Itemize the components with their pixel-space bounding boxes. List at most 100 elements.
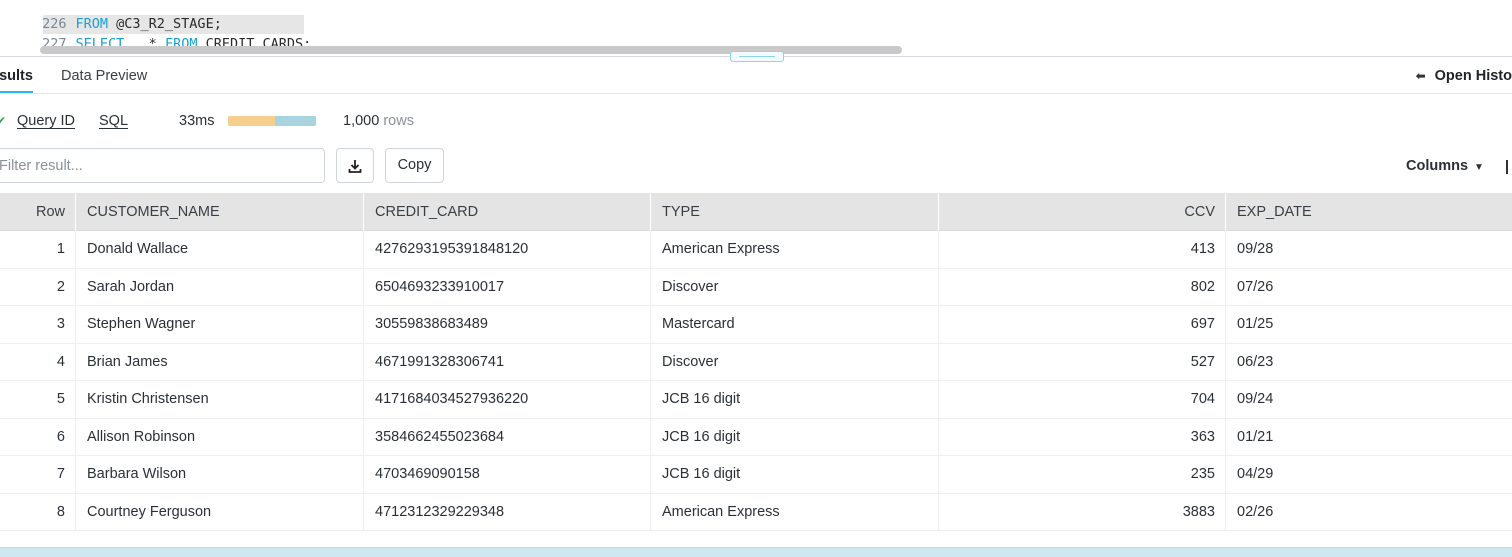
- row-number-cell[interactable]: 5: [0, 381, 76, 418]
- code-line[interactable]: 227 SELECT * FROM CREDIT_CARDS;: [0, 14, 1512, 52]
- credit-card-cell[interactable]: 4171684034527936220: [364, 381, 651, 418]
- customer-name-cell[interactable]: Kristin Christensen: [76, 381, 364, 418]
- result-tabs: esults Data Preview: [0, 58, 1512, 94]
- code-text[interactable]: SELECT COUNT(*) FROM CREDIT_CARDS;: [76, 56, 352, 57]
- duration-bar-execute: [274, 116, 316, 126]
- table-header: Row CUSTOMER_NAME CREDIT_CARD TYPE CCV E…: [0, 193, 1512, 231]
- code-line[interactable]: 226 FROM @C3_R2_STAGE;: [0, 0, 1512, 32]
- credit-card-cell[interactable]: 6504693233910017: [364, 268, 651, 306]
- column-header-type[interactable]: TYPE: [651, 193, 939, 231]
- row-count-unit: rows: [383, 113, 414, 129]
- table-row[interactable]: 5 Kristin Christensen 4171684034527936220 J…: [0, 381, 1512, 419]
- download-button[interactable]: [336, 148, 374, 183]
- table-row[interactable]: 7 Barbara Wilson 4703469090158 JCB 16 digit…: [0, 456, 1512, 494]
- ccv-cell[interactable]: 802: [939, 268, 1226, 306]
- exp-date-cell[interactable]: 09/24: [1226, 381, 1512, 418]
- credit-card-cell[interactable]: 4276293195391848120: [364, 231, 651, 268]
- caret-down-icon: ▼: [1474, 162, 1484, 173]
- ccv-cell[interactable]: 697: [939, 306, 1226, 343]
- table-row[interactable]: 8 Courtney Ferguson 4712312329229348 Americ…: [0, 493, 1512, 531]
- row-number-cell[interactable]: 1: [0, 231, 76, 268]
- table-row[interactable]: 3 Stephen Wagner 30559838683489 Mastercard 6…: [0, 306, 1512, 344]
- row-number-cell[interactable]: 2: [0, 268, 76, 306]
- type-cell[interactable]: Mastercard: [651, 306, 939, 343]
- exp-date-cell[interactable]: 04/29: [1226, 456, 1512, 493]
- ccv-cell[interactable]: 363: [939, 418, 1226, 456]
- table-row[interactable]: 4 Brian James 4671991328306741 Discover 527 0…: [0, 343, 1512, 381]
- columns-label: Columns: [1406, 158, 1469, 174]
- filter-result-input[interactable]: [0, 148, 325, 183]
- table-row[interactable]: 2 Sarah Jordan 6504693233910017 Discover 802…: [0, 268, 1512, 306]
- table-row[interactable]: 1 Donald Wallace 4276293195391848120 Americ…: [0, 231, 1512, 269]
- column-header-customer-name[interactable]: CUSTOMER_NAME: [76, 193, 364, 231]
- open-history-button[interactable]: ⬅ Open Histo: [1416, 58, 1512, 94]
- download-icon: [348, 159, 362, 173]
- sql-keyword: COUNT: [132, 56, 173, 57]
- open-history-label: Open Histo: [1434, 68, 1512, 84]
- sql-keyword: SELECT: [76, 56, 125, 57]
- sql-token: CREDIT_CARDS;: [238, 56, 352, 57]
- table-row[interactable]: 6 Allison Robinson 3584662455023684 JCB 16 …: [0, 418, 1512, 456]
- exp-date-cell[interactable]: 09/28: [1226, 231, 1512, 268]
- customer-name-cell[interactable]: Donald Wallace: [76, 231, 364, 268]
- ccv-cell[interactable]: 527: [939, 343, 1226, 381]
- row-number-cell[interactable]: 8: [0, 493, 76, 531]
- row-count: 1,000 rows: [343, 108, 414, 134]
- sql-link[interactable]: SQL: [99, 108, 128, 134]
- column-header-credit-card[interactable]: CREDIT_CARD: [364, 193, 651, 231]
- type-cell[interactable]: JCB 16 digit: [651, 418, 939, 456]
- columns-dropdown[interactable]: Columns ▼: [1406, 155, 1484, 177]
- credit-card-cell[interactable]: 4671991328306741: [364, 343, 651, 381]
- arrow-left-icon: ⬅: [1415, 69, 1426, 83]
- ccv-cell[interactable]: 3883: [939, 493, 1226, 531]
- customer-name-cell[interactable]: Allison Robinson: [76, 418, 364, 456]
- credit-card-cell[interactable]: 4712312329229348: [364, 493, 651, 531]
- customer-name-cell[interactable]: Barbara Wilson: [76, 456, 364, 493]
- customer-name-cell[interactable]: Courtney Ferguson: [76, 493, 364, 531]
- exp-date-cell[interactable]: 01/21: [1226, 419, 1512, 456]
- exp-date-cell[interactable]: 06/23: [1226, 344, 1512, 381]
- credit-card-cell[interactable]: 30559838683489: [364, 306, 651, 343]
- row-count-value: 1,000: [343, 113, 380, 129]
- sql-keyword: FROM: [206, 56, 239, 57]
- duration-bar-compile: [228, 116, 275, 126]
- ccv-cell[interactable]: 413: [939, 231, 1226, 268]
- checkmark-icon: ✔: [0, 114, 7, 128]
- type-cell[interactable]: American Express: [651, 493, 939, 531]
- credit-card-cell[interactable]: 3584662455023684: [364, 418, 651, 456]
- query-duration: 33ms: [179, 113, 215, 129]
- tab-results[interactable]: esults: [0, 58, 33, 93]
- type-cell[interactable]: Discover: [651, 268, 939, 306]
- row-number-cell[interactable]: 3: [0, 306, 76, 343]
- exp-date-cell[interactable]: 01/25: [1226, 306, 1512, 343]
- column-header-ccv[interactable]: CCV: [939, 193, 1226, 231]
- query-id-link[interactable]: Query ID: [17, 108, 75, 134]
- expand-icon[interactable]: [1506, 160, 1512, 174]
- type-cell[interactable]: JCB 16 digit: [651, 456, 939, 493]
- exp-date-cell[interactable]: 07/26: [1226, 269, 1512, 306]
- tab-data-preview[interactable]: Data Preview: [61, 58, 147, 94]
- type-cell[interactable]: American Express: [651, 231, 939, 268]
- type-cell[interactable]: Discover: [651, 343, 939, 381]
- ccv-cell[interactable]: 235: [939, 456, 1226, 493]
- credit-card-cell[interactable]: 4703469090158: [364, 456, 651, 493]
- exp-date-cell[interactable]: 02/26: [1226, 494, 1512, 531]
- customer-name-cell[interactable]: Stephen Wagner: [76, 306, 364, 343]
- customer-name-cell[interactable]: Sarah Jordan: [76, 268, 364, 306]
- ccv-cell[interactable]: 704: [939, 381, 1226, 418]
- column-header-row[interactable]: Row: [0, 193, 76, 231]
- line-number: 228: [33, 54, 67, 56]
- copy-button[interactable]: Copy: [385, 148, 444, 183]
- duration-bar[interactable]: [228, 116, 316, 126]
- row-number-cell[interactable]: 6: [0, 418, 76, 456]
- column-header-exp-date[interactable]: EXP_DATE: [1226, 193, 1512, 231]
- query-details: ✔ Query ID SQL 33ms 1,000 rows: [0, 108, 800, 134]
- row-number-cell[interactable]: 7: [0, 456, 76, 493]
- customer-name-cell[interactable]: Brian James: [76, 343, 364, 381]
- sql-token: (*): [173, 56, 206, 57]
- type-cell[interactable]: JCB 16 digit: [651, 381, 939, 418]
- sql-editor[interactable]: 226 FROM @C3_R2_STAGE; 227 SELECT * FROM C…: [0, 0, 1512, 57]
- row-number-cell[interactable]: 4: [0, 343, 76, 381]
- bottom-status-strip: [0, 547, 1512, 557]
